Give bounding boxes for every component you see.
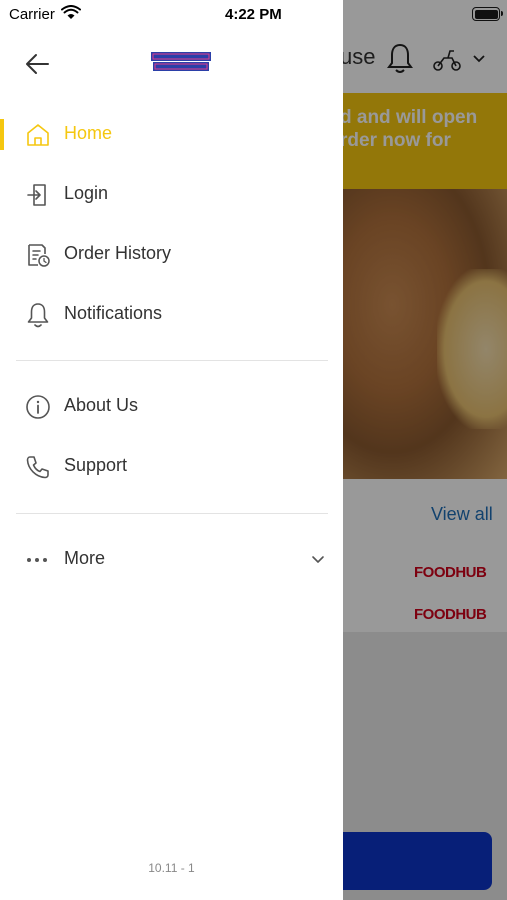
app-version: 10.11 - 1 xyxy=(148,861,195,875)
restaurant-logo xyxy=(151,52,211,71)
menu-item-login[interactable]: Login xyxy=(0,170,343,220)
menu-item-support[interactable]: Support xyxy=(0,442,343,492)
menu-item-label: Home xyxy=(64,123,113,143)
menu-item-label: Support xyxy=(64,455,128,475)
status-time: 4:22 PM xyxy=(225,6,282,23)
menu-item-label: Order History xyxy=(64,243,172,263)
navigation-drawer: Home Login Order History Notifications A… xyxy=(0,0,343,900)
more-dots-icon xyxy=(27,558,47,562)
menu-item-order-history[interactable]: Order History xyxy=(0,230,343,280)
chevron-down-icon[interactable] xyxy=(310,553,326,567)
menu-item-label: Login xyxy=(64,183,109,203)
phone-icon xyxy=(26,456,49,479)
battery-icon xyxy=(472,7,503,21)
menu-item-label: More xyxy=(64,548,106,568)
menu-item-about-us[interactable]: About Us xyxy=(0,382,343,432)
order-history-icon xyxy=(28,244,50,267)
status-bar: Carrier 4:22 PM xyxy=(0,0,507,28)
back-arrow-icon[interactable] xyxy=(22,50,54,78)
carrier-label: Carrier xyxy=(9,6,55,23)
menu-item-label: About Us xyxy=(64,395,139,415)
home-icon xyxy=(27,124,49,146)
menu-item-label: Notifications xyxy=(64,303,163,323)
menu-item-home[interactable]: Home xyxy=(0,110,343,160)
wifi-icon xyxy=(61,5,81,19)
bell-icon xyxy=(27,303,49,328)
login-icon xyxy=(27,184,46,206)
info-icon xyxy=(26,395,50,419)
menu-divider xyxy=(16,360,328,361)
menu-divider xyxy=(16,513,328,514)
menu-item-notifications[interactable]: Notifications xyxy=(0,290,343,340)
menu-item-more[interactable]: More xyxy=(0,535,343,585)
